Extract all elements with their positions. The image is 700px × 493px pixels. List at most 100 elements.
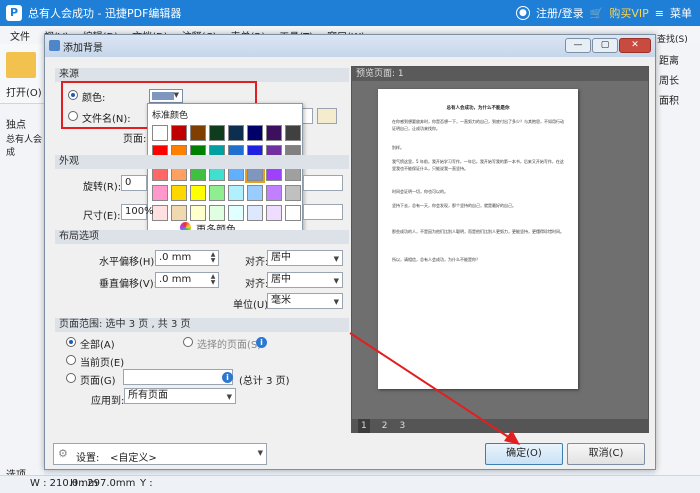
doc-tab[interactable]: 总有人会成: [6, 132, 44, 158]
align1-value: 居中: [271, 252, 291, 263]
pages-label: 页面(G): [80, 376, 116, 387]
color-cell[interactable]: [285, 205, 301, 221]
rotation-extra-input[interactable]: [303, 175, 343, 191]
cart-icon[interactable]: 🛒: [590, 7, 604, 20]
color-cell[interactable]: [152, 185, 168, 201]
minimize-button[interactable]: —: [565, 38, 591, 53]
selected-pages-label: 选择的页面(S): [197, 340, 262, 351]
align2-value: 居中: [271, 274, 291, 285]
search-button[interactable]: 查找(S): [657, 32, 688, 45]
doc-paragraph: 在你感到想要放弃时，你是否想一下，一直努力的自己，到底付出了多少？与其抱怨，不如…: [392, 119, 564, 131]
info-icon[interactable]: i: [222, 372, 233, 383]
align2-select[interactable]: 居中 ▼: [267, 272, 343, 288]
gear-icon: ⚙: [58, 447, 68, 460]
info-icon[interactable]: i: [256, 337, 267, 348]
color-cell[interactable]: [171, 125, 187, 141]
color-cell[interactable]: [266, 205, 282, 221]
chevron-down-icon: ▼: [333, 277, 339, 285]
ok-button[interactable]: 确定(O): [485, 443, 563, 465]
maximize-button[interactable]: ▢: [592, 38, 618, 53]
color-cell[interactable]: [266, 125, 282, 141]
color-grid: [152, 125, 301, 221]
color-cell[interactable]: [247, 205, 263, 221]
color-cell[interactable]: [209, 125, 225, 141]
size-input[interactable]: 100%: [121, 204, 154, 220]
color-cell[interactable]: [152, 205, 168, 221]
total-pages-label: (总计 3 页): [239, 376, 290, 387]
color-cell[interactable]: [228, 125, 244, 141]
color-cell[interactable]: [152, 125, 168, 141]
menu-item-file[interactable]: 文件: [10, 28, 30, 43]
hoffset-input[interactable]: .0 mm ▲ ▼: [155, 250, 219, 266]
color-cell[interactable]: [209, 185, 225, 201]
page-2-tab[interactable]: 2: [382, 419, 388, 433]
preview-page: 总有人会成功，为什么不能是你 在你感到想要放弃时，你是否想一下，一直努力的自己，…: [378, 89, 578, 389]
spinner-icon[interactable]: ▲ ▼: [209, 274, 217, 286]
color-cell[interactable]: [247, 125, 263, 141]
doc-paragraph: 我气愤这里，5 年前，我开始学习写作，一年后，我开始写我的第一本书，后来又开始写…: [392, 159, 564, 171]
menu-link[interactable]: 菜单: [670, 5, 692, 21]
apply-to-value: 所有页面: [128, 390, 168, 401]
voffset-label: 垂直偏移(V):: [99, 279, 158, 290]
align1-label: 对齐:: [245, 257, 269, 268]
page-1-tab[interactable]: 1: [358, 419, 370, 433]
selected-pages-radio[interactable]: [183, 337, 193, 347]
rotation-input[interactable]: 0: [121, 175, 147, 191]
align1-select[interactable]: 居中 ▼: [267, 250, 343, 266]
color-cell[interactable]: [171, 185, 187, 201]
left-tab-1[interactable]: 独点: [6, 116, 26, 131]
color-cell[interactable]: [190, 185, 206, 201]
unit-value: 毫米: [271, 295, 291, 306]
color-cell[interactable]: [285, 125, 301, 141]
close-button[interactable]: ✕: [619, 38, 651, 53]
page-selector: 1 2 3: [352, 419, 648, 433]
user-icon[interactable]: ●: [515, 6, 530, 20]
perimeter-tool[interactable]: 周长: [659, 72, 679, 87]
settings-value: <自定义>: [110, 453, 157, 464]
cancel-button[interactable]: 取消(C): [567, 443, 645, 465]
preview-header: 预览页面: 1: [352, 67, 648, 81]
doc-paragraph: 时间会证明一切，你也可以的。: [392, 189, 448, 194]
color-cell[interactable]: [266, 185, 282, 201]
color-cell[interactable]: [209, 205, 225, 221]
voffset-input[interactable]: .0 mm ▲ ▼: [155, 272, 219, 288]
color-cell[interactable]: [190, 125, 206, 141]
spinner-icon[interactable]: ▲ ▼: [209, 252, 217, 264]
unit-select[interactable]: 毫米 ▼: [267, 293, 343, 309]
pages-input[interactable]: [123, 369, 233, 385]
color-cell[interactable]: [285, 185, 301, 201]
color-palette-popup: 标准颜色 更多颜色...: [147, 103, 303, 237]
rotation-label: 旋转(R):: [83, 182, 122, 193]
pages-radio[interactable]: [66, 373, 76, 383]
range-group-header: 页面范围: 选中 3 页 , 共 3 页: [55, 318, 349, 332]
all-pages-radio[interactable]: [66, 337, 76, 347]
color-cell[interactable]: [228, 185, 244, 201]
buy-vip-link[interactable]: 购买VIP: [609, 5, 648, 21]
voffset-value: .0 mm: [159, 274, 192, 285]
distance-tool[interactable]: 距离: [659, 52, 679, 67]
color-cell[interactable]: [190, 205, 206, 221]
area-tool[interactable]: 面积: [659, 92, 679, 107]
hoffset-label: 水平偏移(H):: [99, 257, 158, 268]
current-page-radio[interactable]: [66, 355, 76, 365]
app-logo-icon: P: [6, 5, 22, 21]
folder-browse-icon[interactable]: [317, 108, 337, 124]
settings-select[interactable]: ⚙ 设置: <自定义> ▼: [53, 443, 267, 465]
size-extra-input[interactable]: [303, 204, 343, 220]
apply-to-select[interactable]: 所有页面 ▼: [124, 388, 236, 404]
preview-panel: 预览页面: 1 总有人会成功，为什么不能是你 在你感到想要放弃时，你是否想一下，…: [351, 66, 649, 433]
menu-icon[interactable]: ≡: [655, 7, 664, 20]
folder-icon[interactable]: [6, 52, 36, 78]
left-panel: 独点 总有人会成 选项: [0, 104, 44, 493]
align2-label: 对齐:: [245, 279, 269, 290]
color-cell[interactable]: [171, 205, 187, 221]
open-button[interactable]: 打开(O): [6, 84, 42, 99]
login-link[interactable]: 注册/登录: [536, 5, 584, 21]
all-pages-label: 全部(A): [80, 340, 115, 351]
size-label: 尺寸(E):: [83, 211, 121, 222]
color-cell[interactable]: [228, 205, 244, 221]
page-3-tab[interactable]: 3: [399, 419, 405, 433]
chevron-down-icon: ▼: [257, 449, 263, 457]
dialog-title: 添加背景: [63, 42, 103, 54]
color-cell[interactable]: [247, 185, 263, 201]
